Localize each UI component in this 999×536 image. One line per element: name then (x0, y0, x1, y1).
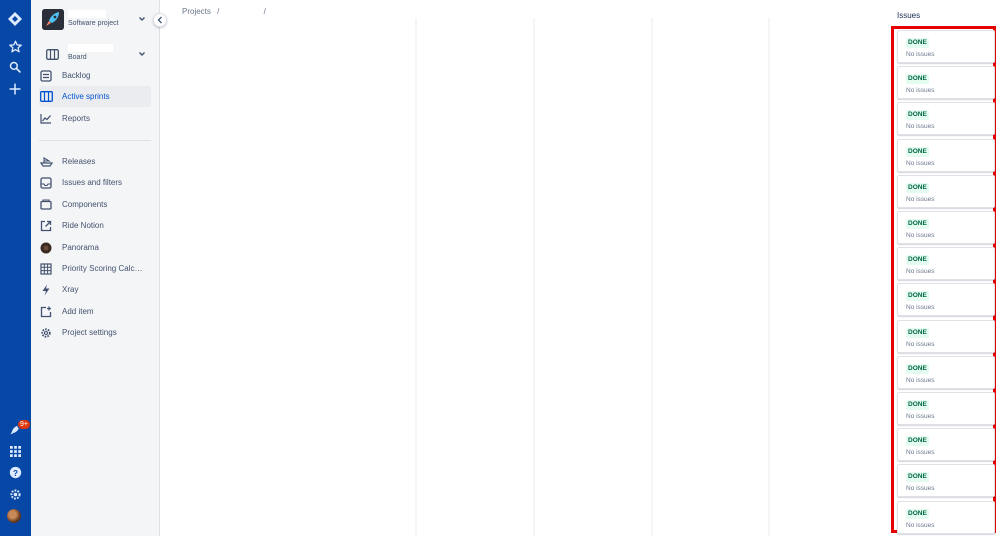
column-divider (651, 18, 653, 536)
issue-card-text: No issues (906, 304, 935, 312)
issue-card[interactable]: DONE No issues (897, 464, 995, 498)
board-name-redacted[interactable] (68, 44, 113, 52)
issue-card-text: No issues (906, 521, 935, 529)
jira-logo-icon[interactable] (4, 8, 26, 30)
sidebar-item-project-settings[interactable]: Project settings (39, 322, 151, 343)
table-grid-icon (39, 262, 53, 276)
issue-card[interactable]: DONE No issues (897, 319, 995, 353)
issue-card-text: No issues (906, 123, 935, 131)
notification-badge: 9+ (17, 419, 31, 430)
issue-card[interactable]: DONE No issues (897, 138, 995, 172)
sidebar-item-priority-scoring-calculator[interactable]: Priority Scoring Calcu… (39, 258, 151, 279)
status-lozenge-done: DONE (906, 146, 929, 157)
status-lozenge-done: DONE (906, 182, 929, 193)
project-name-redacted (68, 10, 106, 18)
sidebar-item-backlog[interactable]: Backlog (39, 65, 151, 86)
issue-card[interactable]: DONE No issues (897, 211, 995, 244)
issue-card[interactable]: DONE No issues (897, 392, 995, 425)
issue-card[interactable]: DONE No issues (897, 428, 995, 462)
search-icon[interactable] (4, 56, 26, 78)
status-lozenge-done: DONE (906, 327, 929, 338)
settings-gear-icon (39, 326, 53, 340)
status-lozenge-done: DONE (906, 219, 929, 229)
issue-card-text: No issues (906, 268, 935, 276)
issue-card[interactable]: DONE No issues (897, 30, 995, 63)
issue-card-text: No issues (906, 87, 935, 95)
issues-panel: DONE No issues DONE No issues DONE No issues D… (891, 26, 996, 534)
collapse-sidebar-button[interactable] (153, 13, 167, 27)
issue-card-text: No issues (906, 376, 935, 384)
reports-chart-icon (39, 112, 53, 126)
issue-card[interactable]: DONE No issues (897, 66, 995, 100)
issue-card-text: No issues (906, 340, 935, 348)
breadcrumb: Projects / / (182, 7, 266, 16)
issues-tray-icon (39, 176, 53, 190)
issue-card-text: No issues (906, 51, 935, 58)
board-chevron-down-icon[interactable] (138, 50, 146, 58)
status-lozenge-done: DONE (906, 508, 929, 519)
column-divider (768, 18, 770, 536)
sidebar-item-active-sprints[interactable]: Active sprints (39, 86, 151, 107)
project-type: Software project (68, 20, 119, 27)
issue-card-text: No issues (906, 485, 935, 493)
status-lozenge-done: DONE (906, 255, 929, 266)
xray-lightning-icon (39, 283, 53, 297)
status-lozenge-done: DONE (906, 38, 929, 48)
sidebar-item-ride-notion[interactable]: Ride Notion (39, 215, 151, 236)
create-plus-icon[interactable] (4, 78, 26, 100)
sidebar-divider (39, 140, 151, 141)
issue-card[interactable]: DONE No issues (897, 174, 995, 208)
issue-card[interactable]: DONE No issues (897, 500, 995, 534)
external-link-icon (39, 219, 53, 233)
issue-card-text: No issues (906, 195, 935, 203)
issue-card-text: No issues (906, 159, 935, 167)
apps-grid-icon[interactable] (4, 440, 26, 462)
help-icon[interactable]: ? (4, 461, 26, 483)
backlog-icon (39, 69, 53, 83)
sidebar-item-reports[interactable]: Reports (39, 108, 151, 129)
components-icon (39, 198, 53, 212)
sidebar-item-releases[interactable]: Releases (39, 151, 151, 172)
sprint-board-icon (39, 90, 53, 104)
add-item-icon (39, 305, 53, 319)
sidebar-item-xray[interactable]: Xray (39, 279, 151, 300)
project-avatar-rocket-icon[interactable] (42, 9, 64, 30)
breadcrumb-projects-link[interactable]: Projects (182, 7, 211, 16)
issue-card-text: No issues (906, 449, 935, 457)
issue-card[interactable]: DONE No issues (897, 247, 995, 281)
breadcrumb-separator: / (217, 7, 220, 16)
status-lozenge-done: DONE (906, 472, 929, 483)
board-subtitle: Board (68, 54, 87, 61)
column-divider (415, 18, 417, 536)
breadcrumb-separator: / (263, 7, 266, 16)
releases-ship-icon (39, 155, 53, 169)
global-navigation: 9+ ? (0, 0, 31, 536)
sidebar-item-components[interactable]: Components (39, 194, 151, 215)
star-icon[interactable] (4, 35, 26, 57)
sidebar-item-panorama[interactable]: Panorama (39, 237, 151, 258)
issue-card-text: No issues (906, 232, 935, 239)
svg-text:?: ? (13, 468, 18, 477)
issue-card[interactable]: DONE No issues (897, 283, 995, 317)
panorama-app-icon (39, 241, 53, 255)
settings-gear-icon[interactable] (4, 483, 26, 505)
status-lozenge-done: DONE (906, 291, 929, 302)
issue-card[interactable]: DONE No issues (897, 355, 995, 389)
column-divider (533, 18, 535, 536)
status-lozenge-done: DONE (906, 436, 929, 447)
sidebar-item-add-item[interactable]: Add item (39, 301, 151, 322)
chevron-down-icon[interactable] (138, 15, 146, 23)
issue-card-text: No issues (906, 413, 935, 420)
board-icon (46, 47, 59, 65)
sidebar-item-issues-and-filters[interactable]: Issues and filters (39, 172, 151, 193)
status-lozenge-done: DONE (906, 363, 929, 374)
status-lozenge-done: DONE (906, 110, 929, 121)
issues-column-heading: Issues (897, 12, 921, 20)
project-sidebar: Software project Board Backlog Active sp… (31, 0, 160, 536)
user-avatar[interactable] (7, 509, 21, 523)
status-lozenge-done: DONE (906, 400, 929, 410)
issue-card[interactable]: DONE No issues (897, 102, 995, 136)
status-lozenge-done: DONE (906, 74, 929, 85)
